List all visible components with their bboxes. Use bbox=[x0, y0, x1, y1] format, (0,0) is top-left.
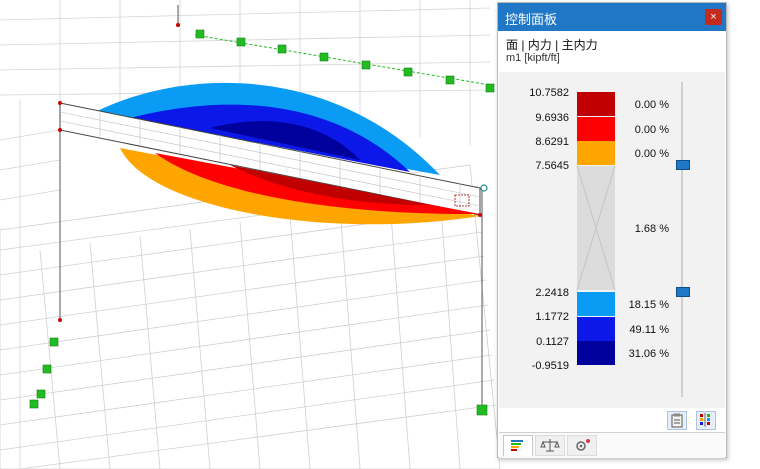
legend-percent-label: 1.68 % bbox=[635, 223, 669, 235]
clipboard-icon bbox=[671, 413, 683, 428]
panel-titlebar[interactable]: 控制面板 × bbox=[498, 3, 726, 31]
settings-icon bbox=[576, 439, 590, 451]
legend-band bbox=[577, 92, 615, 116]
legend-bands bbox=[576, 92, 616, 365]
legend-toolbar bbox=[499, 408, 725, 432]
close-button[interactable]: × bbox=[705, 9, 722, 25]
legend-tick-labels: 10.7582 9.6936 8.6291 7.5645 2.2418 1.17… bbox=[529, 87, 569, 372]
legend-percent-label: 49.11 % bbox=[629, 324, 669, 336]
legend-band bbox=[577, 141, 615, 165]
breadcrumb: 面 | 内力 | 主内力 bbox=[506, 38, 598, 52]
unit-label: m1 [kipft/ft] bbox=[506, 52, 560, 64]
legend-band bbox=[577, 292, 615, 316]
tick-label: 9.6936 bbox=[535, 112, 569, 124]
legend-band bbox=[577, 117, 615, 141]
legend-band bbox=[577, 317, 615, 341]
tick-label: -0.9519 bbox=[532, 360, 569, 372]
legend-percent-label: 0.00 % bbox=[635, 124, 669, 136]
panel-title: 控制面板 bbox=[505, 12, 558, 27]
legend-percent-label: 0.00 % bbox=[635, 99, 669, 111]
legend-percents: 0.00 % 0.00 % 0.00 % 1.68 % 18.15 % 49.11 % 31… bbox=[629, 99, 670, 360]
tick-label: 7.5645 bbox=[535, 160, 569, 172]
range-slider-upper-handle[interactable] bbox=[676, 160, 690, 170]
control-panel[interactable]: 控制面板 × 面 | 内力 | 主内力 m1 [kipft/ft] 10.758… bbox=[497, 2, 727, 458]
range-slider-track[interactable] bbox=[681, 82, 683, 397]
close-icon: × bbox=[710, 11, 717, 23]
tick-label: 10.7582 bbox=[529, 87, 569, 99]
copy-legend-button[interactable] bbox=[667, 411, 687, 430]
tick-label: 2.2418 bbox=[535, 287, 569, 299]
tab-balance[interactable] bbox=[535, 435, 565, 456]
color-legend: 10.7582 9.6936 8.6291 7.5645 2.2418 1.17… bbox=[499, 72, 725, 408]
range-slider-lower-handle[interactable] bbox=[676, 287, 690, 297]
balance-icon bbox=[540, 439, 560, 452]
legend-percent-label: 31.06 % bbox=[629, 348, 670, 360]
color-scale-icon bbox=[700, 413, 710, 427]
tick-label: 0.1127 bbox=[536, 336, 569, 348]
legend-band bbox=[577, 341, 615, 365]
legend-percent-label: 18.15 % bbox=[629, 299, 670, 311]
tab-settings[interactable] bbox=[567, 435, 597, 456]
panel-tab-bar bbox=[499, 432, 725, 458]
color-scale-button[interactable] bbox=[696, 411, 716, 430]
tab-legend[interactable] bbox=[503, 435, 533, 456]
tick-label: 1.1772 bbox=[535, 311, 569, 323]
node-marker[interactable] bbox=[480, 184, 488, 192]
legend-percent-label: 0.00 % bbox=[635, 148, 669, 160]
tick-label: 8.6291 bbox=[535, 136, 569, 148]
legend-colors-icon bbox=[511, 440, 523, 451]
